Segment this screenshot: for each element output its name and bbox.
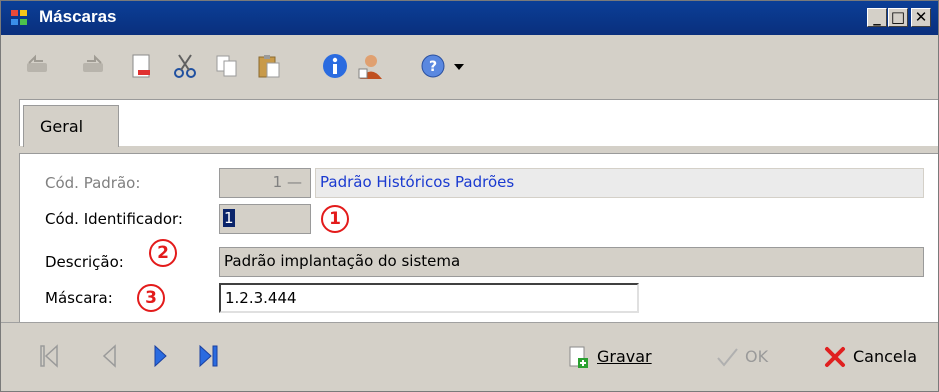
tab-geral-label: Geral xyxy=(40,117,84,136)
save-icon xyxy=(569,346,588,368)
cancel-button[interactable]: Cancela xyxy=(823,343,935,371)
previous-record-icon[interactable] xyxy=(97,343,123,369)
paste-icon[interactable] xyxy=(255,52,283,80)
copy-icon[interactable] xyxy=(213,52,241,80)
ok-label: OK xyxy=(745,347,769,366)
maximize-button[interactable]: □ xyxy=(888,8,908,27)
redo-icon[interactable] xyxy=(79,52,107,80)
cod-padrao-description: Padrão Históricos Padrões xyxy=(315,168,924,198)
mascaras-window: Máscaras _ □ ✕ ? Geral Cód. Padrão: 1 — … xyxy=(0,0,939,392)
descricao-input[interactable]: Padrão implantação do sistema xyxy=(219,247,924,277)
mascara-input[interactable]: 1.2.3.444 xyxy=(219,283,639,313)
cod-identificador-label: Cód. Identificador: xyxy=(45,210,183,228)
next-record-icon[interactable] xyxy=(147,343,173,369)
tab-geral[interactable]: Geral xyxy=(23,105,119,147)
cod-padrao-label: Cód. Padrão: xyxy=(45,174,141,192)
checkmark-icon xyxy=(717,348,738,367)
annotation-3: 3 xyxy=(137,284,165,312)
first-record-icon[interactable] xyxy=(37,343,63,369)
annotation-1: 1 xyxy=(321,205,349,233)
tab-strip xyxy=(19,146,938,154)
app-icon xyxy=(11,10,29,26)
mascara-label: Máscara: xyxy=(45,289,113,307)
cod-identificador-value: 1 xyxy=(223,209,235,227)
new-document-icon[interactable] xyxy=(127,52,155,80)
window-title: Máscaras xyxy=(39,7,117,26)
svg-text:?: ? xyxy=(429,59,437,75)
info-icon[interactable] xyxy=(321,52,349,80)
title-bar[interactable]: Máscaras _ □ ✕ xyxy=(1,1,938,35)
cod-identificador-input[interactable]: 1 xyxy=(219,204,311,234)
help-dropdown-icon[interactable] xyxy=(451,52,467,80)
ok-button[interactable]: OK xyxy=(715,343,795,371)
cancel-x-icon xyxy=(825,347,845,367)
last-record-icon[interactable] xyxy=(195,343,221,369)
cod-padrao-field: 1 — xyxy=(219,168,311,198)
close-button[interactable]: ✕ xyxy=(911,8,931,27)
help-icon[interactable]: ? xyxy=(419,52,447,80)
status-bar xyxy=(1,382,938,391)
minimize-button[interactable]: _ xyxy=(867,8,887,27)
descricao-label: Descrição: xyxy=(45,253,124,271)
save-label: Gravar xyxy=(597,347,652,366)
user-icon[interactable] xyxy=(357,52,385,80)
cut-icon[interactable] xyxy=(171,52,199,80)
cod-padrao-value: 1 xyxy=(272,173,283,191)
undo-icon[interactable] xyxy=(23,52,51,80)
cancel-label: Cancela xyxy=(853,347,918,366)
save-button[interactable]: Gravar xyxy=(567,343,677,371)
annotation-2: 2 xyxy=(149,239,177,267)
toolbar: ? xyxy=(1,36,938,94)
